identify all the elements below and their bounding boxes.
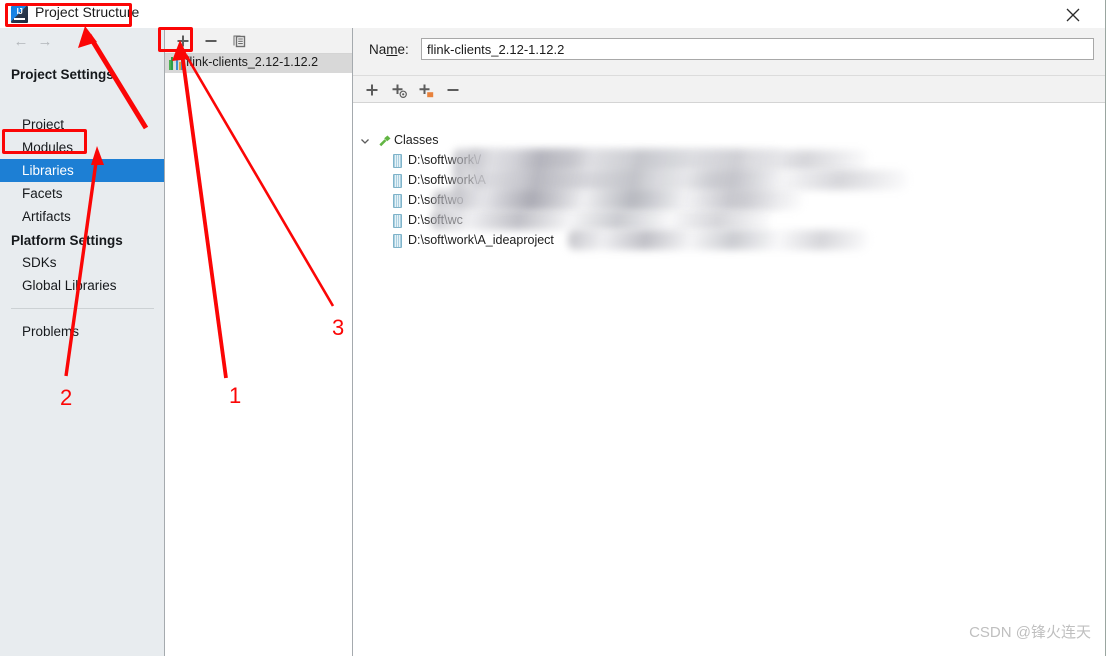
add-entry-button[interactable] [361,80,383,100]
title-bar: IJ Project Structure [0,0,1105,28]
plus-folder-icon [419,84,434,98]
sidebar-item-sdks[interactable]: SDKs [0,251,164,274]
copy-library-button[interactable] [229,31,249,51]
remove-library-button[interactable] [201,31,221,51]
remove-entry-button[interactable] [442,80,464,100]
library-icon [169,57,183,70]
watermark: CSDN @锋火连天 [969,624,1091,641]
jar-icon [393,174,402,188]
minus-icon [447,89,459,91]
project-structure-dialog: IJ Project Structure ← → Project Setting… [0,0,1106,656]
redaction-overlay [568,230,868,250]
jar-icon [393,154,402,168]
navigation-arrows: ← → [0,28,164,56]
chevron-down-icon[interactable] [359,135,371,147]
jar-icon [393,214,402,228]
sidebar-item-global-libraries[interactable]: Global Libraries [0,274,164,297]
libraries-highlight-box [2,129,87,154]
redaction-overlay [431,210,771,230]
sidebar-item-problems[interactable]: Problems [0,320,164,343]
sidebar-item-artifacts[interactable]: Artifacts [0,205,164,228]
arrow-left-icon[interactable]: ← [11,34,31,50]
sidebar-item-label: Libraries [22,163,74,178]
hammer-icon [379,135,391,147]
title-highlight-box [5,3,132,27]
annotation-marker-3: 3 [332,315,345,340]
add-button-highlight-box [158,27,193,52]
annotation-marker-2: 2 [60,385,73,410]
list-item[interactable]: flink-clients_2.12-1.12.2 [165,54,352,73]
sidebar-item-facets[interactable]: Facets [0,182,164,205]
arrow-right-icon[interactable]: → [35,34,55,50]
sidebar-divider [11,308,154,309]
jar-icon [393,194,402,208]
settings-sidebar: ← → Project Settings Project Modules Lib… [0,28,165,656]
redaction-overlay [453,149,783,209]
tree-root-classes[interactable]: Classes [353,131,1105,151]
plus-circle-icon [392,84,407,99]
close-icon [1066,8,1080,22]
sidebar-item-libraries[interactable]: Libraries [0,159,164,182]
tree-root-label: Classes [394,133,439,147]
attach-jar-directories-button[interactable] [415,80,437,100]
sidebar-item-label: Facets [22,186,63,201]
sidebar-item-label: Artifacts [22,209,71,224]
name-label: Name: [369,42,409,57]
tree-entry-label: D:\soft\work\A_ideaproject [408,233,554,247]
library-name-input[interactable] [421,38,1094,60]
sidebar-item-label: Global Libraries [22,278,117,293]
list-item-label: flink-clients_2.12-1.12.2 [186,55,319,69]
library-name-row: Name: [353,28,1105,76]
classes-tree: Classes D:\soft\work\/ D:\soft\work\A D:… [353,103,1105,656]
classes-toolbar [353,76,1105,103]
sidebar-group-platform-settings: Platform Settings [11,233,123,248]
minus-icon [205,40,217,42]
libraries-list-panel: flink-clients_2.12-1.12.2 [165,28,353,656]
libraries-toolbar [165,28,352,54]
jar-icon [393,234,402,248]
sidebar-item-label: SDKs [22,255,57,270]
close-button[interactable] [1050,0,1096,28]
sidebar-item-label: Problems [22,324,80,339]
library-editor-panel: Name: flink-clients_2.12-1.12.2 Classes … [353,28,1105,656]
copy-icon [233,35,246,48]
plus-icon [366,84,378,96]
sidebar-group-project-settings: Project Settings [11,67,114,82]
attach-classes-button[interactable] [388,80,410,100]
annotation-marker-1: 1 [229,383,242,408]
